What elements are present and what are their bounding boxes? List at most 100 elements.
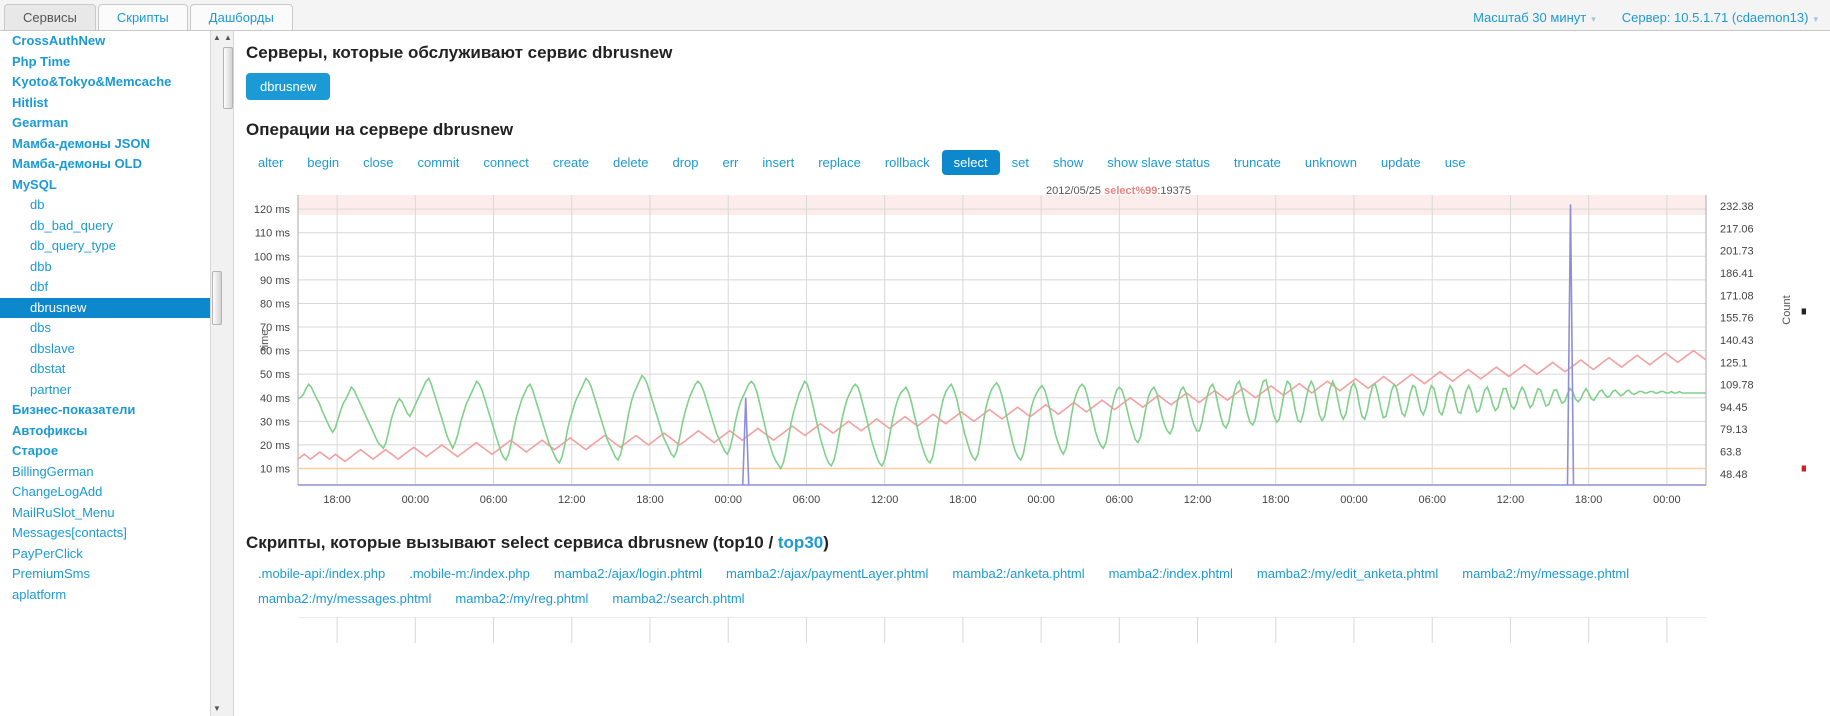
operation-label: set: [1011, 155, 1029, 170]
chart-spike: [1566, 204, 1575, 486]
y-axis-left-title: time: [259, 330, 271, 351]
script-link[interactable]: mamba2:/my/messages.phtml: [246, 586, 443, 611]
sidebar-item-dbrusnew[interactable]: dbrusnew: [0, 297, 222, 318]
sidebar-item-label: Старое: [12, 443, 59, 458]
sidebar-item-kyoto-tokyo-memcache[interactable]: Kyoto&Tokyo&Memcache: [0, 72, 222, 93]
sidebar-item-dbf[interactable]: dbf: [0, 277, 222, 298]
sidebar-item-crossauthnew[interactable]: CrossAuthNew: [0, 31, 222, 52]
sidebar-item-payperclick[interactable]: PayPerClick: [0, 544, 222, 565]
operation-drop[interactable]: drop: [660, 150, 710, 175]
server-dropdown[interactable]: Сервер: 10.5.1.71 (cdaemon13) ▾: [1622, 10, 1818, 25]
main-scroll-thumb[interactable]: [223, 47, 233, 109]
y-axis-right-tick: 186.41: [1720, 268, 1754, 280]
operation-label: show slave status: [1107, 155, 1210, 170]
sidebar-item-старое[interactable]: Старое: [0, 441, 222, 462]
sidebar-item-db[interactable]: db: [0, 195, 222, 216]
sidebar-item-hitlist[interactable]: Hitlist: [0, 93, 222, 114]
sidebar-item-changelogadd[interactable]: ChangeLogAdd: [0, 482, 222, 503]
operation-set[interactable]: set: [1000, 150, 1041, 175]
sidebar-item-dbstat[interactable]: dbstat: [0, 359, 222, 380]
operation-connect[interactable]: connect: [471, 150, 541, 175]
sidebar-item-автофиксы[interactable]: Автофиксы: [0, 421, 222, 442]
sidebar-item-php-time[interactable]: Php Time: [0, 52, 222, 73]
scroll-down-icon[interactable]: ▼: [211, 702, 222, 716]
chevron-down-icon: ▾: [1591, 14, 1596, 24]
metrics-chart[interactable]: 2012/05/25 select%99:19375 120 ms 110 ms 1…: [246, 185, 1806, 525]
operation-alter[interactable]: alter: [246, 150, 295, 175]
script-link[interactable]: mamba2:/ajax/login.phtml: [542, 561, 714, 586]
sidebar-item-db_bad_query[interactable]: db_bad_query: [0, 216, 222, 237]
sidebar-item-billinggerman[interactable]: BillingGerman: [0, 462, 222, 483]
y-axis-right-tick: 232.38: [1720, 201, 1754, 213]
sidebar-item-мамба-демоны-json[interactable]: Мамба-демоны JSON: [0, 134, 222, 155]
sidebar-item-messages-contacts-[interactable]: Messages[contacts]: [0, 523, 222, 544]
sidebar-scroll-thumb[interactable]: [212, 271, 222, 325]
script-link[interactable]: mamba2:/index.phtml: [1097, 561, 1245, 586]
script-link[interactable]: .mobile-m:/index.php: [397, 561, 542, 586]
tab-services[interactable]: Сервисы: [4, 4, 96, 30]
chart-canvas[interactable]: 120 ms110 ms100 ms90 ms80 ms70 ms60 ms50…: [246, 185, 1806, 525]
operation-label: delete: [613, 155, 649, 170]
operation-use[interactable]: use: [1433, 150, 1478, 175]
script-link[interactable]: mamba2:/my/message.phtml: [1450, 561, 1641, 586]
sidebar-item-бизнес-показатели[interactable]: Бизнес-показатели: [0, 400, 222, 421]
y-axis-left-tick: 110 ms: [255, 228, 291, 240]
operation-rollback[interactable]: rollback: [873, 150, 942, 175]
script-link[interactable]: mamba2:/anketa.phtml: [940, 561, 1096, 586]
scripts-heading-top30-link[interactable]: top30: [778, 533, 823, 552]
x-axis-tick: 06:00: [480, 494, 508, 506]
sidebar-item-list: CrossAuthNew Php Time Kyoto&Tokyo&Memcache…: [0, 31, 222, 605]
sidebar-item-dbb[interactable]: dbb: [0, 257, 222, 278]
operation-create[interactable]: create: [541, 150, 601, 175]
operation-err[interactable]: err: [711, 150, 751, 175]
operation-select[interactable]: select: [941, 150, 1000, 175]
tab-scripts[interactable]: Скрипты: [97, 4, 188, 30]
sidebar-scrollbar[interactable]: ▲ ▼: [210, 31, 222, 716]
operation-update[interactable]: update: [1369, 150, 1433, 175]
operation-insert[interactable]: insert: [750, 150, 806, 175]
chart-spike: [741, 397, 750, 486]
script-link[interactable]: .mobile-api:/index.php: [246, 561, 397, 586]
x-axis-tick: 12:00: [1497, 494, 1525, 506]
sidebar-item-dbslave[interactable]: dbslave: [0, 339, 222, 360]
sidebar-item-partner[interactable]: partner: [0, 380, 222, 401]
x-axis-tick: 12:00: [871, 494, 899, 506]
x-axis-tick: 18:00: [323, 494, 351, 506]
tab-dashboards-label: Дашборды: [208, 10, 274, 25]
script-link[interactable]: mamba2:/ajax/paymentLayer.phtml: [714, 561, 940, 586]
operation-replace[interactable]: replace: [806, 150, 873, 175]
script-link[interactable]: mamba2:/search.phtml: [600, 586, 756, 611]
sidebar-item-mailruslot_menu[interactable]: MailRuSlot_Menu: [0, 503, 222, 524]
scale-dropdown[interactable]: Масштаб 30 минут ▾: [1473, 10, 1596, 25]
sidebar-item-db_query_type[interactable]: db_query_type: [0, 236, 222, 257]
sidebar-item-gearman[interactable]: Gearman: [0, 113, 222, 134]
sidebar-item-premiumsms[interactable]: PremiumSms: [0, 564, 222, 585]
sidebar-item-mysql[interactable]: MySQL: [0, 175, 222, 196]
script-link[interactable]: mamba2:/my/reg.phtml: [443, 586, 600, 611]
sidebar-item-dbs[interactable]: dbs: [0, 318, 222, 339]
sidebar-item-label: aplatform: [12, 586, 67, 602]
chevron-down-icon: ▾: [1813, 14, 1818, 24]
main-scrollbar[interactable]: ▲: [222, 31, 234, 716]
sidebar-item-мамба-демоны-old[interactable]: Мамба-демоны OLD: [0, 154, 222, 175]
chart-marker: [1801, 308, 1806, 315]
y-axis-right-tick: 217.06: [1720, 223, 1754, 235]
operation-truncate[interactable]: truncate: [1222, 150, 1293, 175]
script-link[interactable]: mamba2:/my/edit_anketa.phtml: [1245, 561, 1450, 586]
operation-delete[interactable]: delete: [601, 150, 660, 175]
tab-dashboards[interactable]: Дашборды: [189, 4, 293, 30]
scroll-up-icon[interactable]: ▲: [222, 31, 234, 45]
operation-show[interactable]: show: [1041, 150, 1095, 175]
operation-unknown[interactable]: unknown: [1293, 150, 1369, 175]
operation-show-slave-status[interactable]: show slave status: [1095, 150, 1222, 175]
x-axis-tick: 00:00: [714, 494, 742, 506]
sidebar-item-aplatform[interactable]: aplatform: [0, 585, 222, 606]
scroll-up-icon[interactable]: ▲: [211, 31, 222, 45]
operation-commit[interactable]: commit: [405, 150, 471, 175]
y-axis-right-tick: 171.08: [1720, 290, 1754, 302]
bottom-chart-preview[interactable]: [246, 617, 1806, 643]
operation-begin[interactable]: begin: [295, 150, 351, 175]
operation-label: truncate: [1233, 155, 1281, 170]
operation-close[interactable]: close: [351, 150, 405, 175]
server-button-dbrusnew[interactable]: dbrusnew: [246, 73, 331, 100]
